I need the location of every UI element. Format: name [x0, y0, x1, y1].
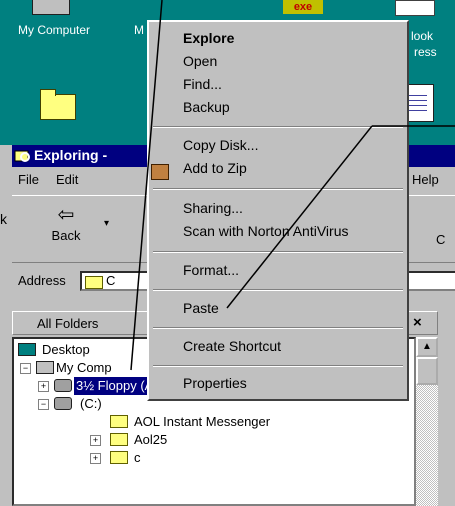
context-menu: Explore Open Find... Backup Copy Disk...… — [147, 20, 409, 401]
desktop-icon-label-ress[interactable]: ress — [414, 45, 437, 59]
back-arrow-icon: ⇦ — [57, 204, 75, 226]
left-edge-text: k — [0, 211, 7, 227]
menu-item-format[interactable]: Format... — [183, 262, 239, 278]
all-folders-label: All Folders — [37, 316, 99, 331]
menu-separator — [153, 251, 403, 253]
tree-item-label: AOL Instant Messenger — [134, 414, 271, 429]
menu-separator — [153, 126, 403, 128]
expand-icon[interactable]: + — [38, 381, 49, 392]
menu-item-backup[interactable]: Backup — [183, 99, 230, 115]
desktop-icon — [18, 343, 36, 356]
collapse-icon[interactable]: − — [38, 399, 49, 410]
collapse-icon[interactable]: − — [20, 363, 31, 374]
menu-separator — [153, 327, 403, 329]
folder-icon — [110, 433, 128, 446]
menu-item-explore[interactable]: Explore — [183, 30, 234, 46]
folder-icon — [110, 415, 128, 428]
menu-edit[interactable]: Edit — [56, 172, 78, 187]
close-icon[interactable]: × — [413, 314, 422, 331]
menu-item-find[interactable]: Find... — [183, 76, 222, 92]
menu-separator — [153, 365, 403, 367]
menu-file[interactable]: File — [18, 172, 39, 187]
explorer-icon — [14, 150, 30, 162]
menu-item-sharing[interactable]: Sharing... — [183, 200, 243, 216]
menu-item-copy-disk[interactable]: Copy Disk... — [183, 137, 258, 153]
tree-item-label: Desktop — [42, 342, 90, 357]
expand-icon[interactable]: + — [90, 435, 101, 446]
desktop-icon-label-look[interactable]: look — [411, 29, 433, 43]
computer-icon — [36, 361, 54, 374]
address-value: C — [106, 273, 116, 288]
desktop-icon-label-my-computer[interactable]: My Computer — [18, 23, 90, 37]
toolbar-right-label[interactable]: C — [436, 232, 445, 247]
address-label: Address — [18, 273, 66, 288]
menu-separator — [153, 289, 403, 291]
menu-item-paste[interactable]: Paste — [183, 300, 219, 316]
folder-icon — [85, 276, 103, 289]
menu-item-add-to-zip[interactable]: Add to Zip — [183, 160, 247, 176]
window-title: Exploring - — [34, 147, 108, 163]
tree-item-label: Aol25 — [134, 432, 168, 447]
tree-scrollbar[interactable]: ▲ — [416, 337, 438, 506]
expand-icon[interactable]: + — [90, 453, 101, 464]
menu-item-properties[interactable]: Properties — [183, 375, 247, 391]
drive-icon — [54, 397, 72, 410]
computer-icon[interactable] — [32, 0, 70, 15]
menu-help[interactable]: Help — [412, 172, 439, 187]
back-label: Back — [51, 228, 81, 243]
menu-item-scan-norton[interactable]: Scan with Norton AntiVirus — [183, 223, 349, 239]
menu-item-create-shortcut[interactable]: Create Shortcut — [183, 338, 281, 354]
floppy-icon — [54, 379, 72, 392]
back-dropdown-icon[interactable]: ▾ — [104, 218, 109, 229]
back-button[interactable]: ⇦ Back — [36, 202, 96, 256]
tree-item-label: (C:) — [80, 396, 102, 411]
scroll-up-arrow-icon[interactable]: ▲ — [416, 337, 438, 357]
folder-icon — [110, 451, 128, 464]
scroll-thumb[interactable] — [416, 357, 438, 385]
outlook-icon[interactable] — [395, 0, 435, 16]
tree-item-label: c — [134, 450, 141, 465]
zip-icon — [151, 164, 169, 180]
tree-item-label: My Comp — [56, 360, 112, 375]
menu-item-open[interactable]: Open — [183, 53, 217, 69]
exe-icon[interactable]: exe — [283, 0, 323, 14]
desktop-icon-label-m[interactable]: M — [134, 23, 144, 37]
folder-icon[interactable] — [40, 89, 76, 120]
menu-separator — [153, 188, 403, 190]
